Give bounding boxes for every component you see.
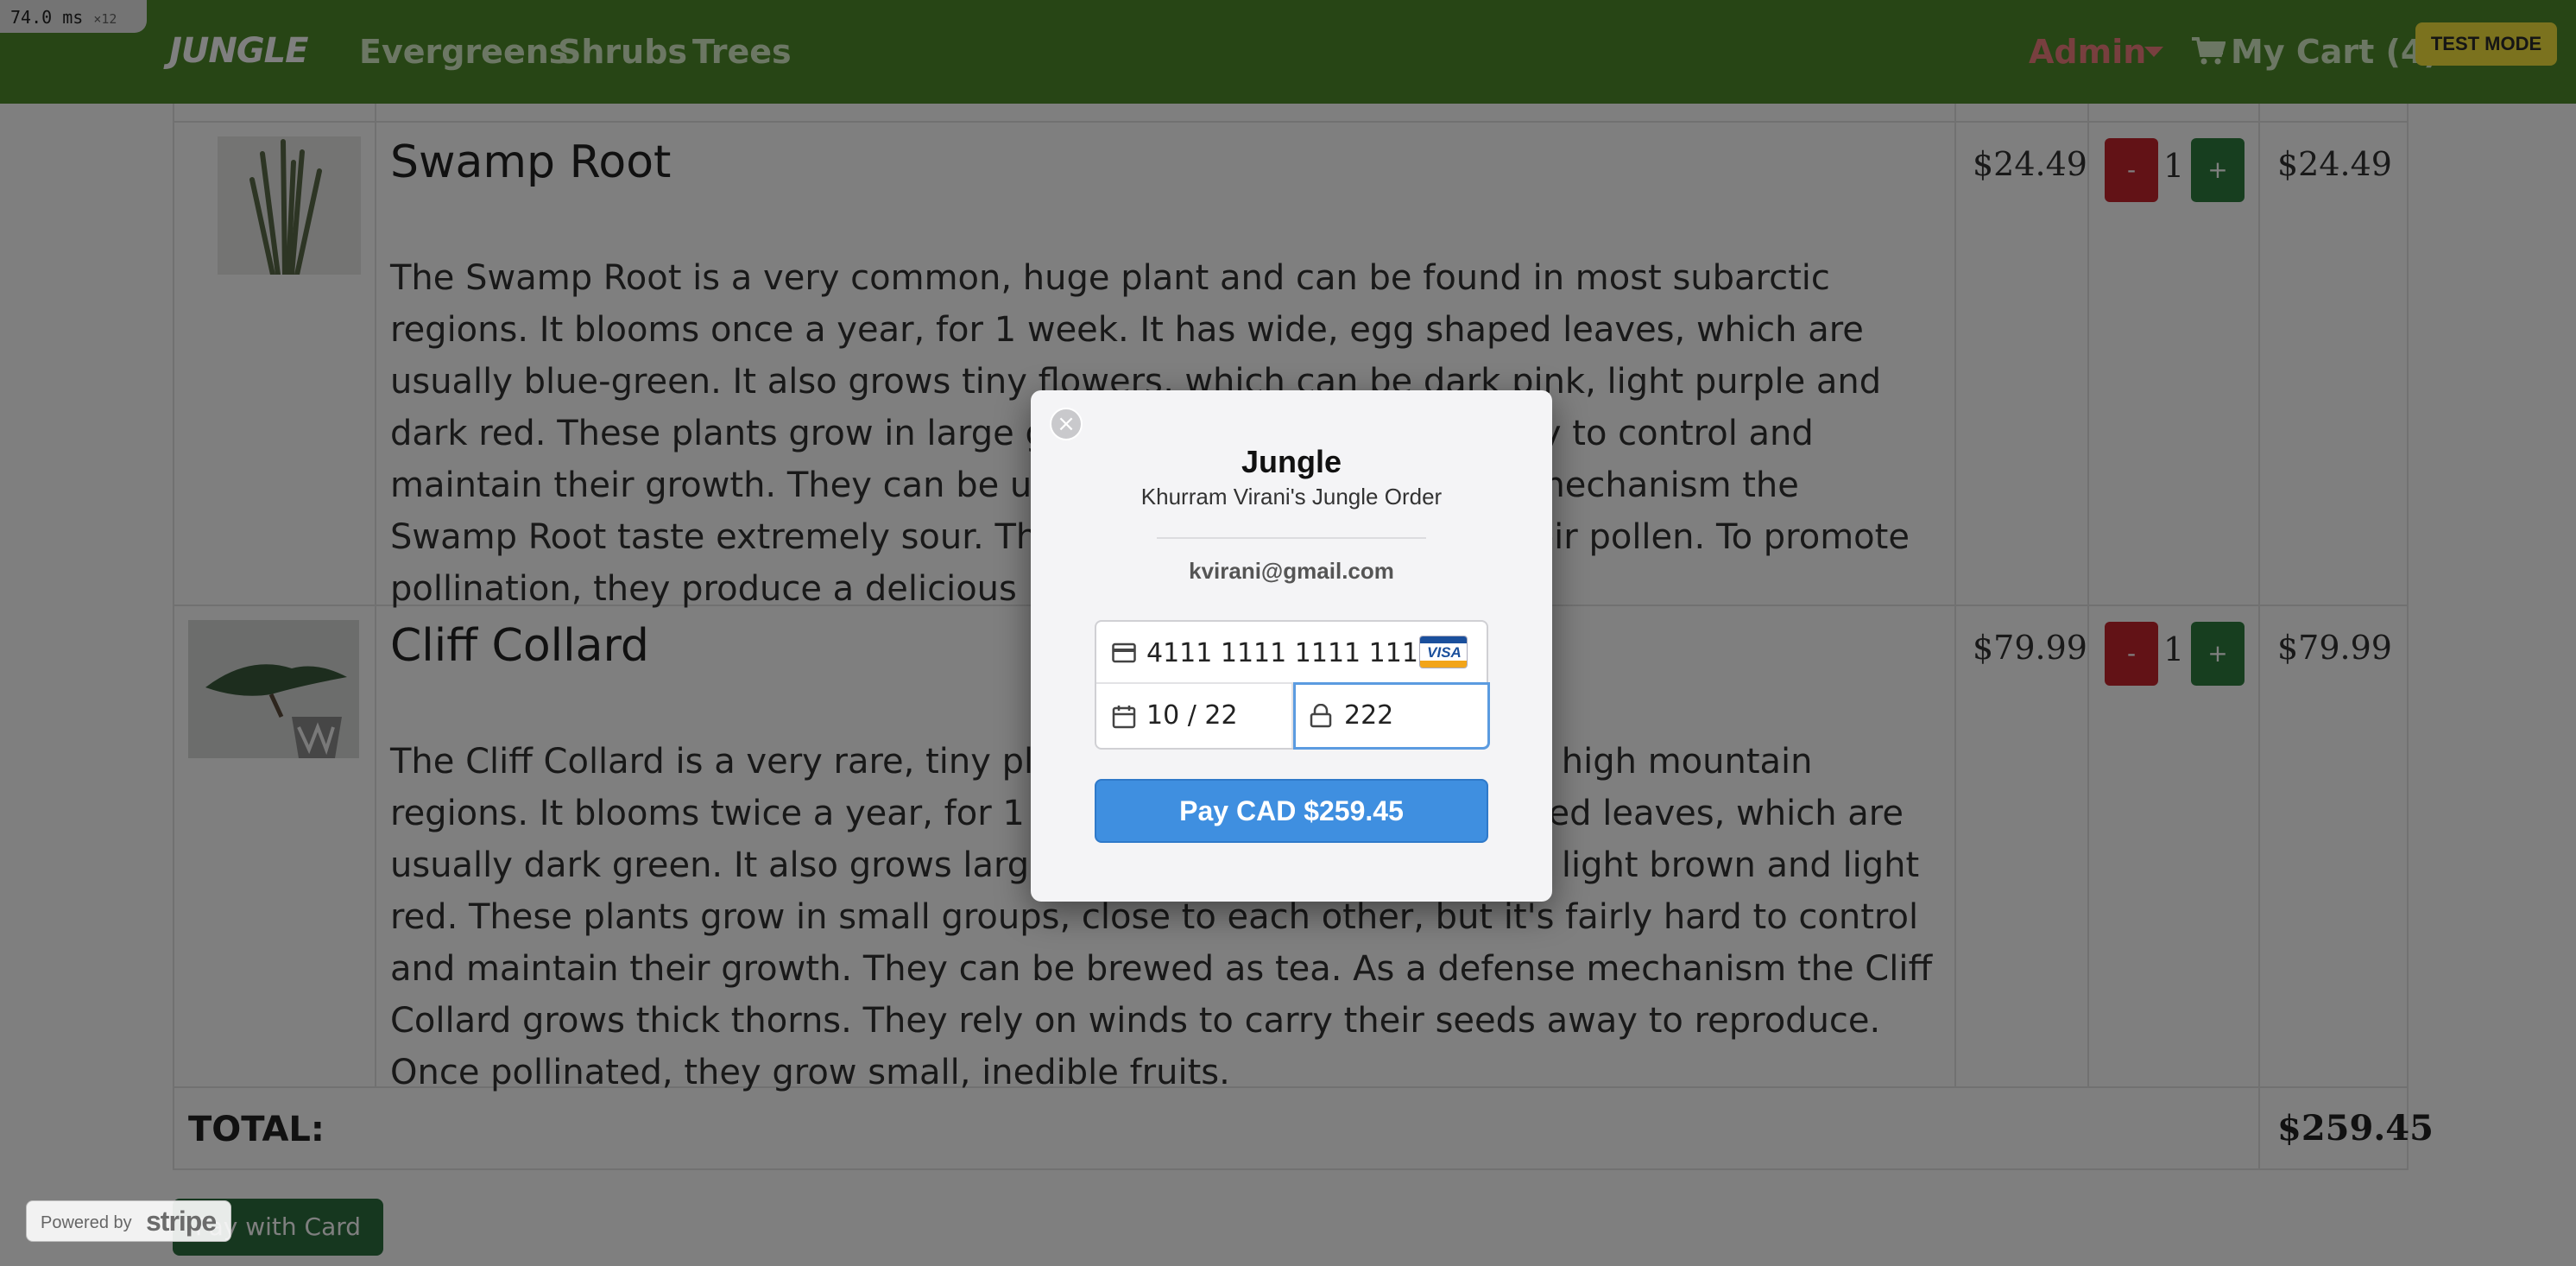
cvc-value: 222 xyxy=(1344,700,1394,731)
powered-by-label: Powered by xyxy=(41,1213,132,1232)
card-brand-label: VISA xyxy=(1427,644,1462,661)
visa-card-icon: VISA xyxy=(1419,636,1468,668)
calendar-icon xyxy=(1112,706,1136,729)
divider xyxy=(1157,537,1426,539)
expiry-value: 10 / 22 xyxy=(1146,700,1238,731)
expiry-field[interactable]: 10 / 22 xyxy=(1096,684,1293,748)
lock-icon xyxy=(1310,704,1332,728)
card-number-field[interactable]: 4111 1111 1111 1111 VISA xyxy=(1096,622,1487,684)
pay-submit-button[interactable]: Pay CAD $259.45 xyxy=(1095,779,1488,843)
stripe-wordmark: stripe xyxy=(146,1206,217,1237)
order-description: Khurram Virani's Jungle Order xyxy=(1140,484,1443,510)
close-button[interactable]: × xyxy=(1050,408,1083,440)
card-number-value: 4111 1111 1111 1111 xyxy=(1146,638,1435,668)
merchant-name: Jungle xyxy=(1241,444,1342,479)
stripe-checkout-modal: × Jungle Khurram Virani's Jungle Order k… xyxy=(1031,390,1552,902)
customer-email[interactable]: kvirani@gmail.com xyxy=(1031,558,1552,585)
credit-card-icon xyxy=(1112,642,1136,663)
card-details-form: 4111 1111 1111 1111 VISA 10 / 22 222 xyxy=(1095,620,1490,750)
powered-by-stripe-badge[interactable]: Powered by stripe xyxy=(26,1200,231,1242)
cvc-field[interactable]: 222 xyxy=(1293,682,1490,750)
